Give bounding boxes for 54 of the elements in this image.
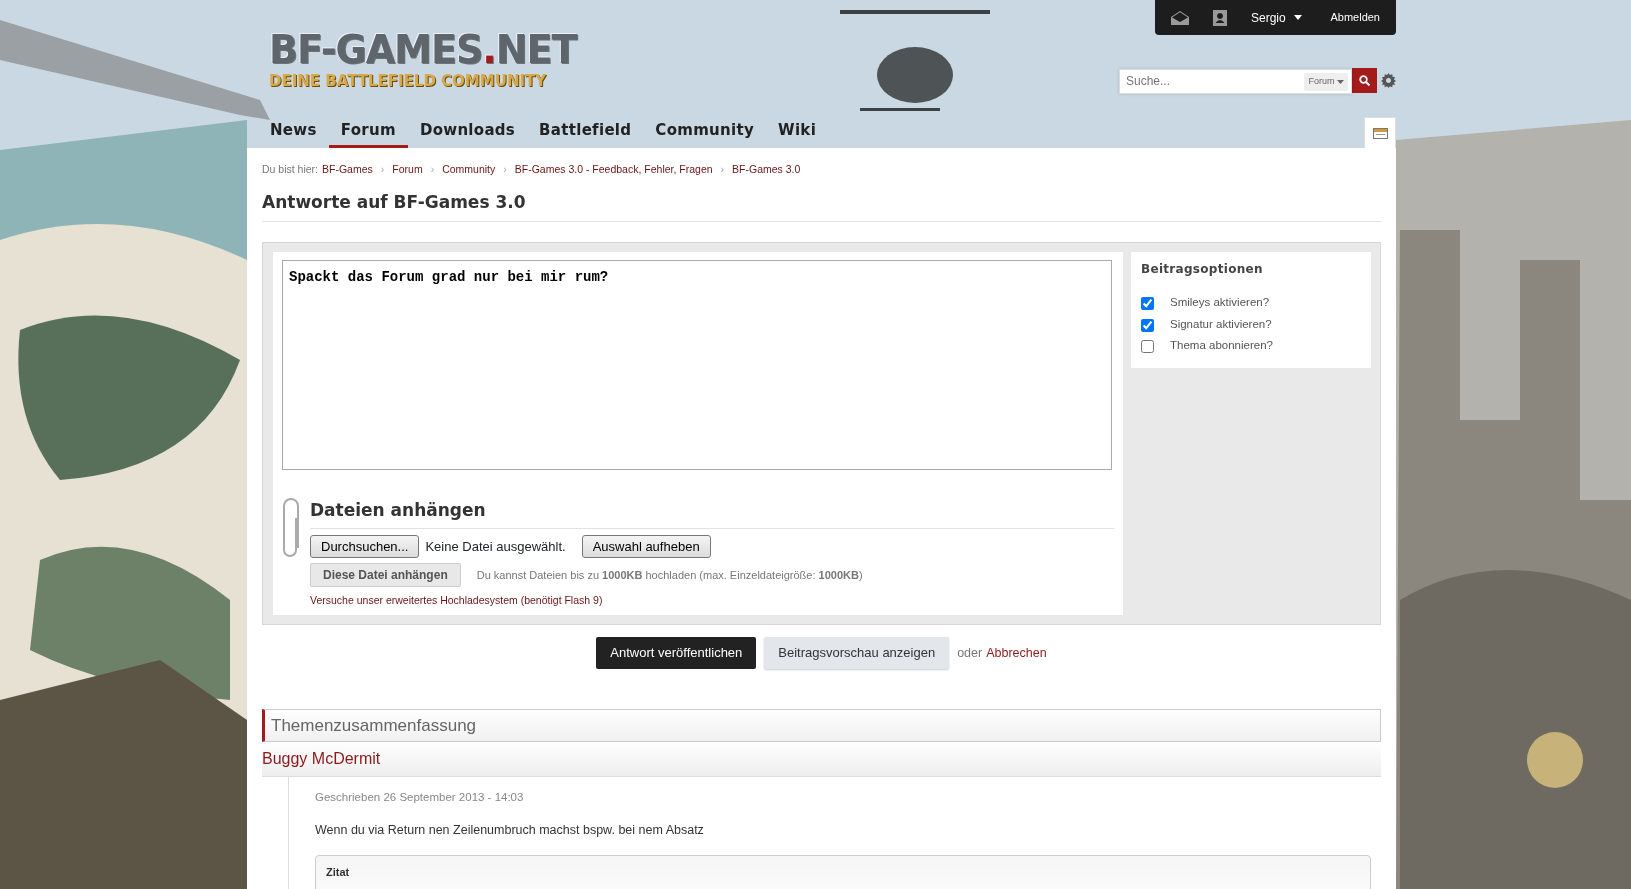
- search-icon: [1359, 75, 1370, 86]
- option-label: Thema abonnieren?: [1170, 337, 1273, 353]
- post-date: Geschrieben 26 September 2013 - 14:03: [315, 790, 525, 806]
- settings-icon[interactable]: [1381, 73, 1396, 88]
- option-label: Signatur aktivieren?: [1170, 316, 1272, 332]
- attach-file-button[interactable]: Diese Datei anhängen: [310, 563, 461, 588]
- breadcrumb-link[interactable]: BF-Games 3.0 - Feedback, Fehler, Fragen: [514, 162, 713, 178]
- post-text: Wenn du via Return nen Zeilenumbruch machst bspw. bei nem Absatz: [315, 821, 705, 839]
- breadcrumb-label: Du bist hier:: [262, 162, 319, 177]
- site-tagline: DEINE BATTLEFIELD COMMUNITY: [269, 71, 548, 92]
- breadcrumb-separator: ›: [503, 162, 507, 177]
- breadcrumb-link[interactable]: Community: [442, 162, 496, 178]
- breadcrumb-separator: ›: [720, 162, 725, 177]
- clear-selection-button[interactable]: Auswahl aufheben: [581, 534, 711, 559]
- checkbox[interactable]: [1141, 339, 1154, 353]
- search-button[interactable]: [1352, 68, 1377, 93]
- quote-title: Zitat: [326, 865, 351, 881]
- envelope-icon[interactable]: [1171, 10, 1189, 25]
- search-scope-dropdown[interactable]: Forum: [1304, 73, 1348, 91]
- summary-heading: Themenzusammenfassung: [262, 708, 1381, 743]
- site-logo[interactable]: BF-GAMES.NET: [269, 29, 577, 69]
- attachments-heading: Dateien anhängen: [310, 498, 1114, 529]
- caret-icon: [1293, 15, 1302, 20]
- nav-tab[interactable]: Battlefield: [527, 115, 644, 148]
- caret-icon: [1337, 79, 1344, 84]
- contact-card-icon[interactable]: [1213, 9, 1227, 26]
- option-label: Smileys aktivieren?: [1170, 295, 1270, 311]
- cancel-link[interactable]: Abbrechen: [986, 643, 1047, 663]
- post-editor[interactable]: Spackt das Forum grad nur bei mir rum?: [282, 260, 1112, 471]
- post-author-link[interactable]: Buggy McDermit: [262, 750, 381, 768]
- preview-button[interactable]: Beitragsvorschau anzeigen: [764, 637, 950, 669]
- breadcrumb-separator: ›: [430, 162, 435, 177]
- or-label: oder: [957, 644, 983, 662]
- breadcrumb-link[interactable]: BF-Games 3.0: [732, 162, 801, 178]
- breadcrumb-link[interactable]: Forum: [392, 162, 423, 178]
- advanced-uploader-link[interactable]: Versuche unser erweitertes Hochladesystem (benötigt Flash 9): [310, 593, 603, 609]
- publish-reply-button[interactable]: Antwort veröffentlichen: [596, 637, 757, 669]
- file-status: Keine Datei ausgewählt.: [425, 537, 566, 556]
- user-menu[interactable]: Sergio: [1251, 8, 1302, 27]
- sidebar-toggle[interactable]: [1364, 117, 1396, 148]
- breadcrumb-link[interactable]: BF-Games: [322, 162, 373, 178]
- page-title: Antworte auf BF-Games 3.0: [262, 177, 1381, 223]
- options-heading: Beitragsoptionen: [1141, 261, 1264, 279]
- breadcrumb-separator: ›: [380, 162, 385, 177]
- nav-tab[interactable]: News: [258, 115, 329, 148]
- checkbox[interactable]: [1141, 318, 1154, 332]
- upload-limit-note: Du kannst Dateien bis zu 1000KB hochladen (max. Einzeldateigröße: 1000KB): [476, 568, 863, 583]
- nav-tab[interactable]: Wiki: [766, 115, 829, 148]
- logout-link[interactable]: Abmelden: [1330, 9, 1380, 26]
- checkbox[interactable]: [1141, 297, 1154, 311]
- nav-tab[interactable]: Community: [643, 115, 767, 148]
- browse-button[interactable]: Durchsuchen...: [310, 534, 420, 559]
- nav-tab[interactable]: Downloads: [407, 115, 528, 148]
- panel-icon: [1372, 127, 1388, 139]
